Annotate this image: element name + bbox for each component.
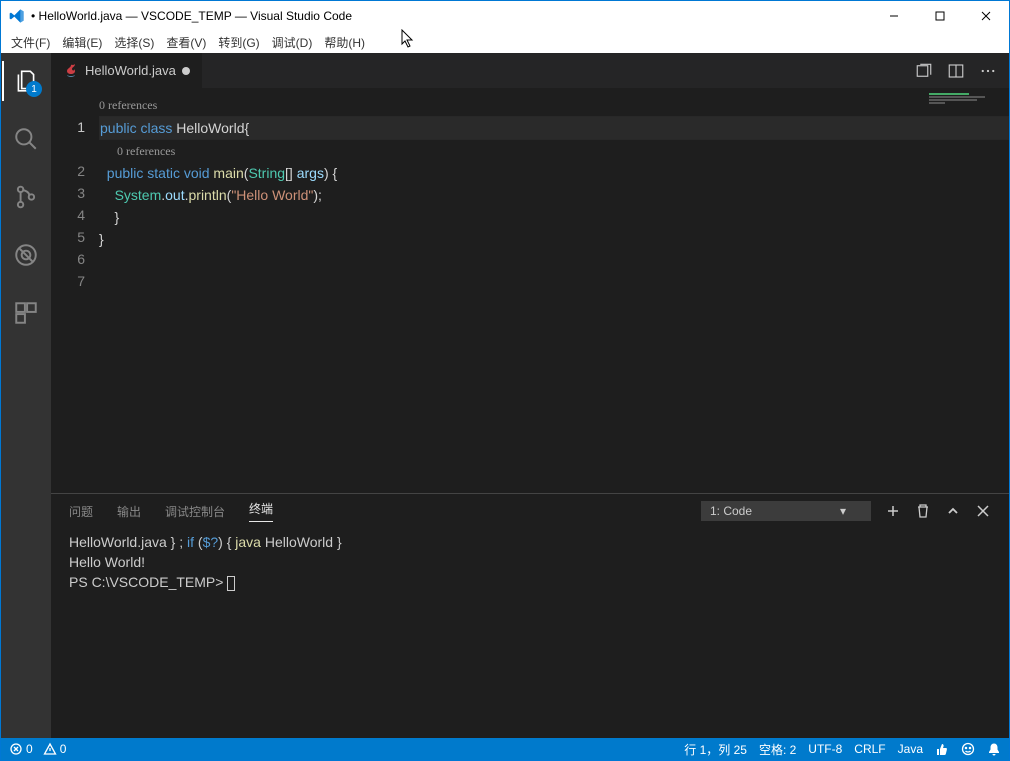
kill-terminal-icon[interactable] (915, 503, 931, 519)
notifications-bell-icon[interactable] (987, 742, 1001, 756)
activity-search[interactable] (2, 119, 50, 159)
activity-source-control[interactable] (2, 177, 50, 217)
code-content[interactable]: 0 references public class HelloWorld{ 0 … (99, 88, 1009, 493)
window-maximize-button[interactable] (917, 1, 963, 31)
window-close-button[interactable] (963, 1, 1009, 31)
activity-explorer[interactable]: 1 (2, 61, 50, 101)
maximize-panel-icon[interactable] (945, 503, 961, 519)
search-icon (13, 126, 39, 152)
split-editor-icon[interactable] (947, 62, 965, 80)
codelens-references[interactable]: 0 references (99, 94, 1009, 116)
explorer-badge: 1 (26, 81, 42, 97)
status-errors[interactable]: 0 (9, 742, 33, 756)
compare-changes-icon[interactable] (915, 62, 933, 80)
status-eol[interactable]: CRLF (854, 742, 885, 756)
status-line-column[interactable]: 行 1，列 25 (684, 741, 747, 758)
window-title: • HelloWorld.java — VSCODE_TEMP — Visual… (31, 9, 352, 23)
error-icon (9, 742, 23, 756)
extensions-icon (13, 300, 39, 326)
menu-help[interactable]: 帮助(H) (318, 32, 371, 53)
panel-tab-output[interactable]: 输出 (117, 503, 141, 520)
new-terminal-icon[interactable] (885, 503, 901, 519)
terminal-cursor (227, 576, 235, 591)
editor-tab-helloworld[interactable]: HelloWorld.java (51, 53, 203, 88)
editor-tabbar: HelloWorld.java (51, 53, 1009, 88)
terminal-selector[interactable]: 1: Code▾ (701, 501, 871, 521)
warning-icon (43, 742, 57, 756)
terminal-content[interactable]: HelloWorld.java } ; if ($?) { java Hello… (51, 528, 1009, 738)
window-minimize-button[interactable] (871, 1, 917, 31)
java-file-icon (63, 63, 79, 79)
menu-edit[interactable]: 编辑(E) (56, 32, 108, 53)
panel-tab-problems[interactable]: 问题 (69, 503, 93, 520)
code-editor[interactable]: 1 2 3 4 5 6 7 0 references public class … (51, 88, 1009, 493)
status-bar: 0 0 行 1，列 25 空格: 2 UTF-8 CRLF Java (1, 738, 1009, 760)
status-language[interactable]: Java (898, 742, 923, 756)
activity-bar: 1 (1, 53, 51, 738)
status-warnings[interactable]: 0 (43, 742, 67, 756)
status-encoding[interactable]: UTF-8 (808, 742, 842, 756)
thumbs-up-icon[interactable] (935, 742, 949, 756)
vscode-icon (9, 8, 25, 24)
more-actions-icon[interactable] (979, 62, 997, 80)
status-indentation[interactable]: 空格: 2 (759, 741, 796, 758)
menu-view[interactable]: 查看(V) (160, 32, 212, 53)
bug-icon (13, 242, 39, 268)
menubar: 文件(F) 编辑(E) 选择(S) 查看(V) 转到(G) 调试(D) 帮助(H… (1, 31, 1009, 53)
bottom-panel: 问题 输出 调试控制台 终端 1: Code▾ HelloWorld.java … (51, 493, 1009, 738)
minimap[interactable] (929, 92, 1009, 112)
codelens-references[interactable]: 0 references (99, 140, 1009, 162)
panel-tab-terminal[interactable]: 终端 (249, 500, 273, 522)
activity-debug[interactable] (2, 235, 50, 275)
close-panel-icon[interactable] (975, 503, 991, 519)
tab-label: HelloWorld.java (85, 63, 176, 78)
window-titlebar: • HelloWorld.java — VSCODE_TEMP — Visual… (1, 1, 1009, 31)
panel-tab-debug-console[interactable]: 调试控制台 (165, 503, 225, 520)
menu-select[interactable]: 选择(S) (108, 32, 160, 53)
mouse-cursor-icon (401, 29, 415, 49)
menu-goto[interactable]: 转到(G) (212, 32, 265, 53)
activity-extensions[interactable] (2, 293, 50, 333)
line-number-gutter: 1 2 3 4 5 6 7 (51, 88, 99, 493)
feedback-smiley-icon[interactable] (961, 742, 975, 756)
git-icon (13, 184, 39, 210)
menu-debug[interactable]: 调试(D) (266, 32, 319, 53)
dirty-indicator-icon (182, 67, 190, 75)
menu-file[interactable]: 文件(F) (5, 32, 56, 53)
